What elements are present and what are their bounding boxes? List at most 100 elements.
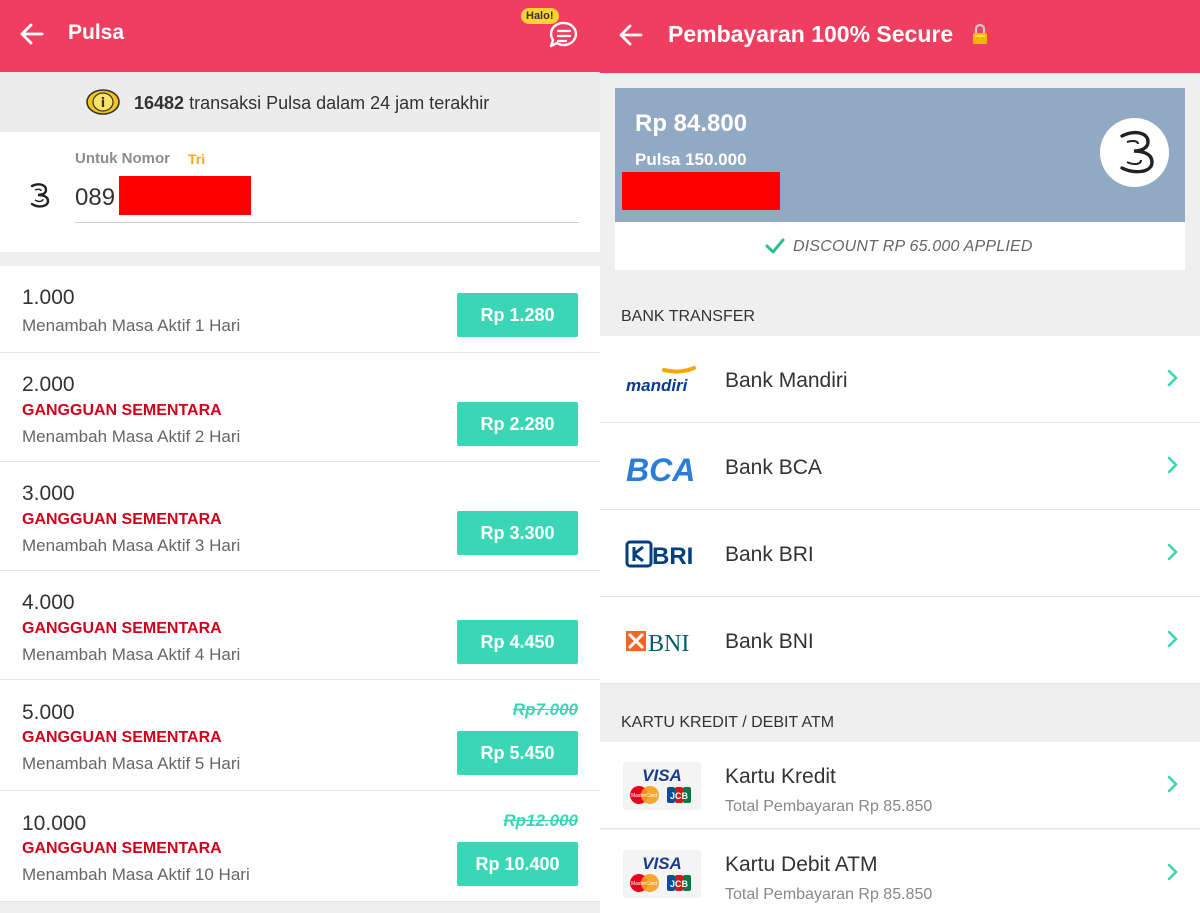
bca-logo-text: BCA	[626, 452, 695, 487]
product-status: GANGGUAN SEMENTARA	[22, 511, 222, 528]
chevron-right-icon	[1167, 369, 1178, 387]
card-total: Total Pembayaran Rp 85.850	[725, 798, 933, 815]
visa-mastercard-jcb-icon: VISA MasterCard JCB	[630, 766, 691, 804]
mastercard-text: MasterCard	[631, 881, 657, 887]
redacted-number	[622, 172, 780, 210]
product-desc: Menambah Masa Aktif 1 Hari	[22, 316, 241, 335]
mandiri-logo-text: mandiri	[626, 376, 689, 395]
bri-logo-icon: BRI	[625, 540, 693, 570]
bca-logo-icon: BCA	[626, 452, 695, 487]
page-title: Pulsa	[68, 21, 125, 44]
bri-logo-text: BRI	[652, 543, 693, 570]
card-network-logo: VISA MasterCard JCB	[623, 762, 701, 810]
product-row[interactable]: 3.000 GANGGUAN SEMENTARA Menambah Masa A…	[0, 462, 600, 571]
bank-name: Bank Mandiri	[725, 369, 848, 392]
bank-option-bca[interactable]: BCA Bank BCA	[600, 423, 1200, 510]
total-amount: Rp 84.800	[635, 110, 748, 137]
price-button[interactable]: Rp 10.400	[457, 842, 578, 886]
product-nominal: 10.000	[22, 812, 87, 835]
card-name: Kartu Debit ATM	[725, 853, 878, 876]
product-desc: Menambah Masa Aktif 4 Hari	[22, 645, 241, 664]
transaction-count: 16482	[134, 93, 185, 113]
visa-mastercard-jcb-icon: VISA MasterCard JCB	[630, 854, 691, 892]
pulsa-screen: Pulsa Halo! i 16482 transaksi Pulsa dala…	[0, 0, 600, 913]
svg-text:i: i	[101, 96, 105, 111]
original-price: Rp7.000	[512, 700, 578, 719]
card-network-logo: VISA MasterCard JCB	[623, 850, 701, 898]
chevron-right-icon	[1167, 775, 1178, 793]
tri-logo-icon	[1120, 130, 1154, 174]
bank-option-bni[interactable]: BNI Bank BNI	[600, 597, 1200, 684]
card-option-kredit[interactable]: VISA MasterCard JCB Kartu Kredit Total P…	[600, 742, 1200, 829]
product-nominal: 5.000	[22, 701, 75, 724]
transaction-label: transaksi Pulsa dalam 24 jam terakhir	[189, 93, 490, 113]
discount-text: DISCOUNT RP 65.000 APPLIED	[793, 238, 1033, 255]
chevron-right-icon	[1167, 543, 1178, 561]
lock-icon	[973, 23, 987, 44]
card-section-heading: KARTU KREDIT / DEBIT ATM	[621, 714, 835, 731]
price-button[interactable]: Rp 4.450	[457, 620, 578, 664]
bank-name: Bank BCA	[725, 456, 822, 479]
product-row[interactable]: 1.000 Menambah Masa Aktif 1 Hari Rp 1.28…	[0, 266, 600, 353]
card-name: Kartu Kredit	[725, 765, 836, 788]
product-desc: Menambah Masa Aktif 5 Hari	[22, 754, 241, 773]
page-title: Pembayaran 100% Secure	[668, 21, 954, 47]
visa-text: VISA	[642, 854, 682, 873]
jcb-text: JCB	[670, 879, 689, 889]
visa-text: VISA	[642, 766, 682, 785]
payment-header: Pembayaran 100% Secure	[600, 0, 1200, 73]
payment-screen: Pembayaran 100% Secure Rp 84.800 Pulsa 1…	[600, 0, 1200, 913]
product-status: GANGGUAN SEMENTARA	[22, 402, 222, 419]
mastercard-text: MasterCard	[631, 793, 657, 799]
product-row[interactable]: 10.000 GANGGUAN SEMENTARA Menambah Masa …	[0, 791, 600, 902]
chevron-right-icon	[1167, 630, 1178, 648]
chevron-right-icon	[1167, 456, 1178, 474]
card-total: Total Pembayaran Rp 85.850	[725, 886, 933, 903]
number-label: Untuk Nomor	[75, 150, 170, 167]
halo-badge: Halo!	[521, 8, 559, 24]
product-nominal: 2.000	[22, 373, 75, 396]
bank-option-bri[interactable]: BRI Bank BRI	[600, 510, 1200, 597]
pulsa-header: Pulsa Halo!	[0, 0, 600, 72]
product-row[interactable]: 4.000 GANGGUAN SEMENTARA Menambah Masa A…	[0, 571, 600, 680]
input-underline	[75, 222, 579, 223]
transaction-info-text: 16482 transaksi Pulsa dalam 24 jam terak…	[134, 93, 489, 114]
price-button[interactable]: Rp 3.300	[457, 511, 578, 555]
product-status: GANGGUAN SEMENTARA	[22, 840, 222, 857]
jcb-text: JCB	[670, 791, 689, 801]
product-row[interactable]: 5.000 GANGGUAN SEMENTARA Menambah Masa A…	[0, 680, 600, 791]
bank-option-mandiri[interactable]: mandiri Bank Mandiri	[600, 336, 1200, 423]
transaction-info-bar: i 16482 transaksi Pulsa dalam 24 jam ter…	[0, 72, 600, 132]
product-nominal: 4.000	[22, 591, 75, 614]
operator-label: Tri	[188, 151, 206, 167]
phone-number-input[interactable]: 089	[75, 184, 115, 212]
product-desc: Menambah Masa Aktif 3 Hari	[22, 536, 241, 555]
price-button[interactable]: Rp 5.450	[457, 731, 578, 775]
product-row[interactable]: 2.000 GANGGUAN SEMENTARA Menambah Masa A…	[0, 353, 600, 462]
product-nominal: 3.000	[22, 482, 75, 505]
product-desc: Menambah Masa Aktif 10 Hari	[22, 865, 250, 884]
bank-transfer-heading: BANK TRANSFER	[621, 308, 755, 325]
bank-name: Bank BNI	[725, 630, 814, 653]
price-button[interactable]: Rp 1.280	[457, 293, 578, 337]
back-arrow-icon[interactable]	[617, 21, 645, 49]
mandiri-logo-icon: mandiri	[626, 366, 696, 395]
bank-name: Bank BRI	[725, 543, 814, 566]
price-button[interactable]: Rp 2.280	[457, 402, 578, 446]
coin-icon: i	[86, 89, 120, 115]
redacted-number	[119, 176, 251, 215]
tri-logo-icon	[30, 183, 50, 208]
product-desc: Menambah Masa Aktif 2 Hari	[22, 427, 241, 446]
check-icon	[765, 238, 785, 254]
order-summary: Rp 84.800 Pulsa 150.000	[615, 88, 1185, 222]
bni-logo-icon: BNI	[626, 631, 689, 657]
product-status: GANGGUAN SEMENTARA	[22, 620, 222, 637]
phone-number-card: Untuk Nomor Tri 089	[0, 132, 600, 252]
product-nominal: 1.000	[22, 286, 75, 309]
chevron-right-icon	[1167, 863, 1178, 881]
card-option-debit[interactable]: VISA MasterCard JCB Kartu Debit ATM Tota…	[600, 830, 1200, 913]
discount-banner: DISCOUNT RP 65.000 APPLIED	[615, 222, 1185, 270]
operator-logo	[1100, 118, 1169, 187]
order-item: Pulsa 150.000	[635, 150, 747, 169]
back-arrow-icon[interactable]	[18, 20, 46, 48]
